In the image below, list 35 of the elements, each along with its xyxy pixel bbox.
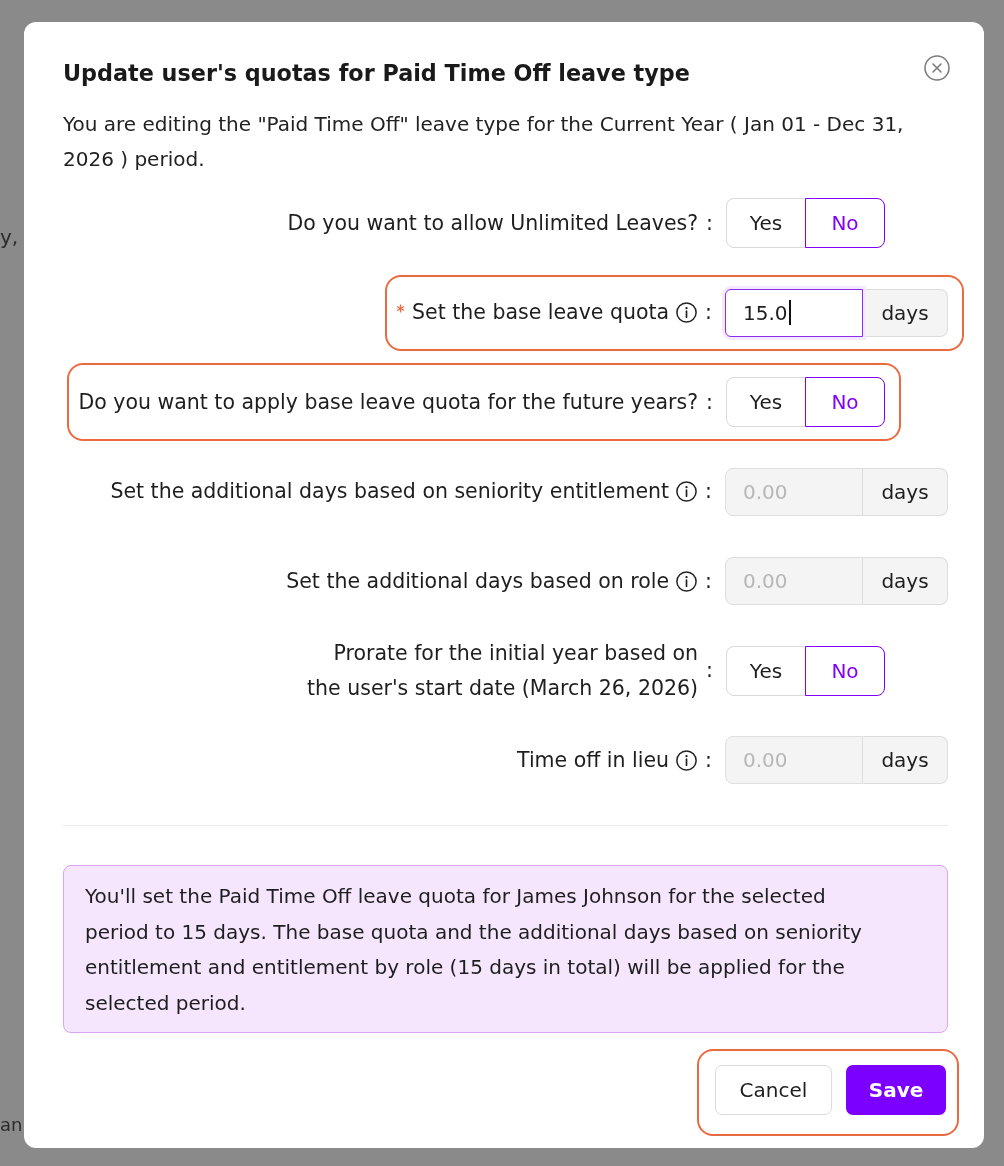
- toggle-option[interactable]: No: [805, 377, 885, 427]
- number-input[interactable]: 15.0: [725, 288, 863, 337]
- unit-addon: days: [863, 736, 948, 784]
- field-label: Set the additional days based on seniority entitlement: [110, 478, 670, 505]
- toggle-option[interactable]: Yes: [726, 645, 806, 696]
- label-colon: :: [705, 299, 712, 326]
- unit-addon: days: [863, 288, 948, 337]
- field-label: Do you want to apply base leave quota for the future years?: [78, 388, 699, 416]
- toggle-option[interactable]: No: [805, 198, 885, 248]
- toggle-option[interactable]: Yes: [726, 198, 806, 248]
- label-colon: :: [705, 567, 712, 595]
- background-text: y,: [0, 225, 19, 249]
- summary-notice: You'll set the Paid Time Off leave quota for James Johnson for the selected period to 15 days. The base quota and the additional days based on seniority entitlement and entitlement by role (15 days in total) will be applied for the selected period.: [63, 865, 948, 1033]
- label-colon: :: [706, 209, 713, 237]
- field-label: Time off in lieu: [517, 746, 670, 774]
- dialog-title: Update user's quotas for Paid Time Off leave type: [63, 59, 690, 87]
- field-label: Do you want to allow Unlimited Leaves?: [287, 209, 699, 237]
- unit-addon: days: [863, 557, 948, 605]
- dialog-description: You are editing the "Paid Time Off" leave type for the Current Year ( Jan 01 - Dec 31, 2026 ) period.: [63, 111, 905, 173]
- info-icon[interactable]: [676, 302, 698, 323]
- label-colon: :: [705, 746, 712, 774]
- cancel-button[interactable]: Cancel: [715, 1065, 832, 1115]
- save-button[interactable]: Save: [846, 1065, 946, 1115]
- unit-addon: days: [863, 467, 948, 516]
- label-colon: :: [706, 388, 713, 416]
- text-cursor-icon: [788, 300, 791, 325]
- field-label: Prorate for the initial year based on the user's start date (March 26, 2026): [307, 639, 699, 702]
- field-label: Set the additional days based on role: [286, 567, 670, 595]
- field-label: Set the base leave quota: [412, 299, 670, 326]
- toggle-option[interactable]: Yes: [726, 377, 806, 427]
- toggle-option[interactable]: No: [805, 645, 885, 696]
- label-colon: :: [705, 478, 712, 505]
- background-text: an: [0, 1113, 23, 1137]
- label-colon: :: [706, 657, 713, 684]
- close-icon[interactable]: [924, 55, 950, 81]
